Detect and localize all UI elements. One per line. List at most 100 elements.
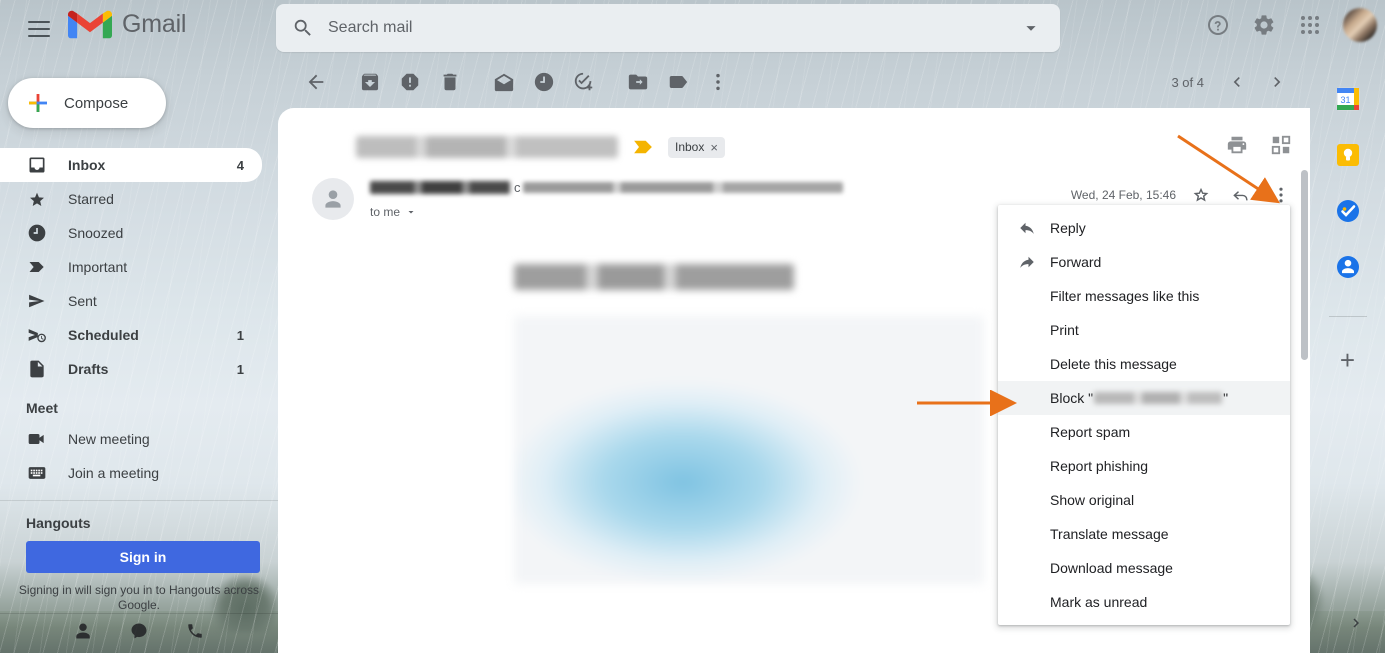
forward-icon bbox=[1018, 253, 1044, 271]
compose-button[interactable]: Compose bbox=[8, 78, 166, 128]
inbox-label-chip[interactable]: Inbox × bbox=[668, 136, 725, 158]
search-icon bbox=[294, 19, 311, 36]
sidebar-item-starred[interactable]: Starred bbox=[0, 182, 262, 216]
menu-item-translate-message[interactable]: Translate message bbox=[998, 517, 1290, 551]
apps-grid-icon[interactable] bbox=[1297, 12, 1323, 38]
chat-bubble-icon[interactable] bbox=[130, 622, 148, 645]
menu-item-show-original[interactable]: Show original bbox=[998, 483, 1290, 517]
gmail-logo[interactable]: Gmail bbox=[68, 8, 186, 41]
menu-item-label: Forward bbox=[1050, 254, 1102, 270]
menu-item-mark-as-unread[interactable]: Mark as unread bbox=[998, 585, 1290, 619]
menu-item-print[interactable]: Print bbox=[998, 313, 1290, 347]
google-contacts-icon[interactable] bbox=[1335, 254, 1361, 280]
subject-row: Inbox × bbox=[278, 108, 1310, 158]
hangouts-signin-button[interactable]: Sign in bbox=[26, 541, 260, 573]
meet-section-title: Meet bbox=[26, 400, 58, 416]
menu-item-download-message[interactable]: Download message bbox=[998, 551, 1290, 585]
menu-item-label: Report spam bbox=[1050, 424, 1131, 440]
pager-text: 3 of 4 bbox=[1171, 74, 1204, 90]
card-action-icons bbox=[1226, 134, 1292, 161]
sidebar-item-important[interactable]: Important bbox=[0, 250, 262, 284]
delete-button[interactable] bbox=[430, 62, 470, 102]
menu-item-label: Mark as unread bbox=[1050, 594, 1148, 610]
trash-icon bbox=[443, 73, 457, 91]
menu-item-label: Translate message bbox=[1050, 526, 1169, 542]
sidebar-item-join-meeting[interactable]: Join a meeting bbox=[0, 456, 262, 490]
sidebar-item-label: Drafts bbox=[68, 361, 109, 377]
search-input[interactable] bbox=[328, 19, 1020, 37]
sidebar-item-new-meeting[interactable]: New meeting bbox=[0, 422, 262, 456]
toolbar-more-options-button[interactable] bbox=[698, 62, 738, 102]
open-in-new-window-icon[interactable] bbox=[1270, 134, 1292, 161]
sidebar-item-label: Inbox bbox=[68, 157, 106, 173]
gmail-window: Gmail Search mail Compose Inbox 4 Starre… bbox=[0, 0, 1385, 653]
google-tasks-icon[interactable] bbox=[1335, 198, 1361, 224]
hangouts-footer bbox=[0, 613, 278, 653]
menu-item-block[interactable]: Block " " bbox=[998, 381, 1290, 415]
move-to-button[interactable] bbox=[618, 62, 658, 102]
move-to-folder-icon bbox=[628, 74, 648, 90]
remove-label-icon[interactable]: × bbox=[710, 140, 718, 155]
previous-message-button[interactable] bbox=[1220, 65, 1254, 99]
scrollbar-thumb[interactable] bbox=[1301, 170, 1308, 360]
next-message-button[interactable] bbox=[1260, 65, 1294, 99]
gmail-m-icon bbox=[68, 10, 112, 39]
back-to-inbox-button[interactable] bbox=[296, 62, 336, 102]
message-toolbar: 3 of 4 bbox=[278, 56, 1310, 108]
clock-icon bbox=[534, 72, 554, 92]
labels-button[interactable] bbox=[658, 62, 698, 102]
sidebar-item-snoozed[interactable]: Snoozed bbox=[0, 216, 262, 250]
report-spam-icon bbox=[401, 73, 419, 91]
menu-item-block-row: Block " " bbox=[1050, 390, 1228, 406]
chevron-down-icon bbox=[408, 211, 414, 214]
snooze-button[interactable] bbox=[524, 62, 564, 102]
expand-rail-button[interactable] bbox=[1347, 614, 1365, 637]
menu-item-forward[interactable]: Forward bbox=[998, 245, 1290, 279]
recipient-dropdown[interactable]: to me bbox=[370, 205, 843, 219]
phone-icon[interactable] bbox=[186, 622, 204, 645]
sidebar-item-scheduled[interactable]: Scheduled 1 bbox=[0, 318, 262, 352]
print-icon[interactable] bbox=[1226, 134, 1248, 161]
menu-item-report-phishing[interactable]: Report phishing bbox=[998, 449, 1290, 483]
sidebar-item-count: 4 bbox=[236, 157, 244, 173]
menu-item-filter-messages[interactable]: Filter messages like this bbox=[998, 279, 1290, 313]
gmail-logo-text: Gmail bbox=[122, 10, 187, 38]
menu-item-reply[interactable]: Reply bbox=[998, 211, 1290, 245]
important-label-icon bbox=[26, 256, 48, 278]
archive-button[interactable] bbox=[350, 62, 390, 102]
account-avatar[interactable] bbox=[1343, 8, 1377, 42]
person-icon[interactable] bbox=[74, 622, 92, 645]
search-bar[interactable] bbox=[276, 4, 1060, 52]
star-icon bbox=[26, 188, 48, 210]
google-keep-icon[interactable] bbox=[1335, 142, 1361, 168]
label-icon bbox=[669, 76, 688, 88]
menu-item-label: Block " bbox=[1050, 390, 1094, 406]
sidebar-item-drafts[interactable]: Drafts 1 bbox=[0, 352, 262, 386]
sidebar-item-label: Join a meeting bbox=[68, 465, 160, 481]
sidebar-item-inbox[interactable]: Inbox 4 bbox=[0, 148, 262, 182]
sender-avatar[interactable] bbox=[312, 178, 354, 220]
settings-gear-icon[interactable] bbox=[1251, 12, 1277, 38]
main-menu-icon[interactable] bbox=[22, 12, 56, 46]
add-app-button[interactable]: + bbox=[1340, 347, 1355, 373]
menu-item-report-spam[interactable]: Report spam bbox=[998, 415, 1290, 449]
sidebar-item-label: Snoozed bbox=[68, 225, 124, 241]
search-options-chevron-down-icon[interactable] bbox=[1020, 17, 1042, 39]
important-marker-icon[interactable] bbox=[632, 139, 654, 155]
sidebar-item-count: 1 bbox=[236, 327, 244, 343]
message-scrollbar[interactable] bbox=[1301, 114, 1310, 647]
sidebar-item-sent[interactable]: Sent bbox=[0, 284, 262, 318]
chevron-right-icon bbox=[1353, 618, 1359, 628]
menu-item-label-suffix: " bbox=[1223, 390, 1229, 406]
google-calendar-icon[interactable]: 31 bbox=[1335, 86, 1361, 112]
mark-unread-button[interactable] bbox=[484, 62, 524, 102]
menu-item-delete-message[interactable]: Delete this message bbox=[998, 347, 1290, 381]
help-icon[interactable] bbox=[1205, 12, 1231, 38]
blocked-sender-name-redacted bbox=[1094, 392, 1223, 404]
draft-document-icon bbox=[26, 358, 48, 380]
message-context-menu: Reply Forward Filter messages like this … bbox=[998, 205, 1290, 625]
add-to-tasks-button[interactable] bbox=[564, 62, 604, 102]
report-spam-button[interactable] bbox=[390, 62, 430, 102]
label-chip-text: Inbox bbox=[675, 140, 705, 154]
menu-item-label: Print bbox=[1050, 322, 1079, 338]
